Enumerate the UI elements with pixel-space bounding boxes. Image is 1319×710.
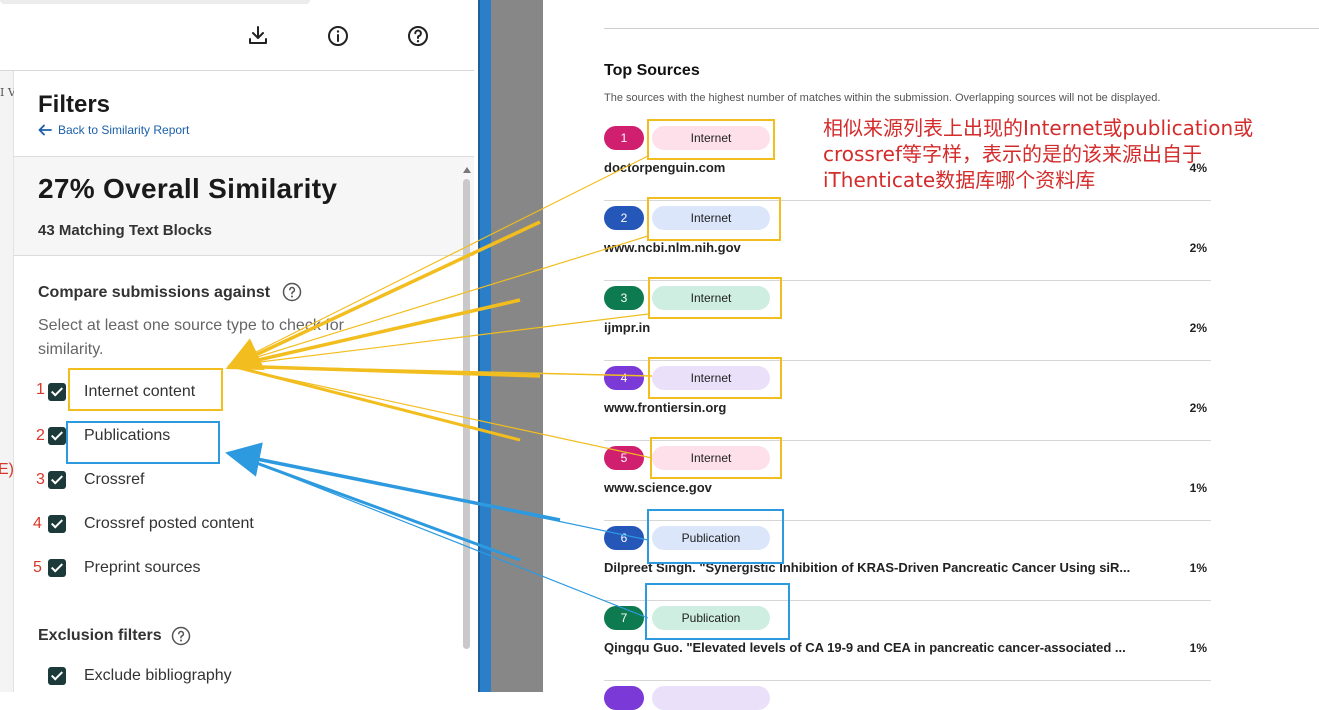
toolbar-strip bbox=[0, 0, 310, 4]
compare-description: Select at least one source type to check… bbox=[38, 317, 344, 358]
checkbox[interactable] bbox=[48, 667, 66, 685]
source-name[interactable]: www.frontiersin.org bbox=[604, 400, 726, 415]
yellow-highlight-box bbox=[650, 437, 782, 479]
divider-line bbox=[604, 28, 1319, 29]
yellow-highlight-box bbox=[647, 197, 781, 241]
blue-highlight-box bbox=[645, 583, 790, 640]
blue-highlight-box bbox=[66, 421, 220, 464]
source-number-badge: 4 bbox=[604, 366, 644, 390]
annotation-number: 4 bbox=[33, 515, 42, 532]
source-name[interactable]: Qingqu Guo. "Elevated levels of CA 19-9 … bbox=[604, 640, 1126, 655]
source-name[interactable]: www.ncbi.nlm.nih.gov bbox=[604, 240, 741, 255]
info-icon[interactable] bbox=[326, 24, 350, 48]
source-number-badge: 5 bbox=[604, 446, 644, 470]
option-label: Preprint sources bbox=[84, 559, 201, 576]
source-name[interactable]: ijmpr.in bbox=[604, 320, 650, 335]
source-percent: 1% bbox=[1189, 641, 1207, 655]
compare-help-icon[interactable] bbox=[282, 282, 302, 302]
filters-header: Filters Back to Similarity Report bbox=[14, 71, 474, 157]
top-sources-title: Top Sources bbox=[604, 62, 700, 79]
source-percent: 2% bbox=[1189, 401, 1207, 415]
source-number-badge: 6 bbox=[604, 526, 644, 550]
filters-title: Filters bbox=[38, 91, 111, 118]
back-to-report-link[interactable]: Back to Similarity Report bbox=[38, 123, 189, 137]
scroll-up-arrow[interactable] bbox=[463, 167, 471, 173]
exclusion-help-icon[interactable] bbox=[171, 626, 191, 646]
annotation-number: 3 bbox=[36, 471, 45, 488]
back-link-label: Back to Similarity Report bbox=[58, 123, 190, 137]
overall-similarity: 27% Overall Similarity bbox=[38, 173, 338, 204]
help-icon[interactable] bbox=[406, 24, 430, 48]
document-gutter bbox=[491, 0, 543, 692]
background-page-edge bbox=[0, 71, 14, 692]
option-exclude-bibliography[interactable]: Exclude bibliography bbox=[48, 664, 232, 688]
annotation-number: 5 bbox=[33, 559, 42, 576]
source-percent: 2% bbox=[1189, 241, 1207, 255]
option-preprint[interactable]: Preprint sources bbox=[48, 556, 201, 580]
checkbox[interactable] bbox=[48, 471, 66, 489]
source-number-badge: 1 bbox=[604, 126, 644, 150]
source-number-badge: 2 bbox=[604, 206, 644, 230]
similarity-summary: 27% Overall Similarity 43 Matching Text … bbox=[14, 157, 474, 256]
annotation-number: 2 bbox=[36, 427, 45, 444]
annotation-fragment: E) bbox=[0, 461, 14, 478]
source-name[interactable]: www.science.gov bbox=[604, 480, 712, 495]
checkbox[interactable] bbox=[48, 559, 66, 577]
matching-blocks-count: 43 Matching Text Blocks bbox=[38, 222, 212, 239]
yellow-highlight-box bbox=[648, 277, 782, 319]
source-name[interactable]: doctorpenguin.com bbox=[604, 160, 725, 175]
top-sources-description: The sources with the highest number of m… bbox=[604, 92, 1161, 104]
source-number-badge: 7 bbox=[604, 606, 644, 630]
exclusion-filters-label: Exclusion filters bbox=[38, 627, 162, 644]
option-crossref[interactable]: Crossref bbox=[48, 468, 144, 492]
option-label: Exclude bibliography bbox=[84, 667, 232, 684]
download-icon[interactable] bbox=[246, 24, 270, 48]
checkbox[interactable] bbox=[48, 427, 66, 445]
source-percent: 1% bbox=[1189, 481, 1207, 495]
source-number-badge bbox=[604, 686, 644, 710]
option-crossref-posted[interactable]: Crossref posted content bbox=[48, 512, 254, 536]
checkbox[interactable] bbox=[48, 515, 66, 533]
blue-highlight-box bbox=[647, 509, 784, 564]
similarity-app-panel: I V Filters Back to Similarity Report 27… bbox=[0, 0, 478, 692]
checkbox[interactable] bbox=[48, 383, 66, 401]
source-percent: 1% bbox=[1189, 561, 1207, 575]
yellow-highlight-box bbox=[647, 119, 775, 160]
source-percent: 2% bbox=[1189, 321, 1207, 335]
annotation-number: 1 bbox=[36, 381, 45, 398]
compare-label: Compare submissions against bbox=[38, 284, 271, 301]
scrollbar[interactable] bbox=[463, 179, 470, 649]
yellow-highlight-box bbox=[648, 357, 782, 399]
yellow-highlight-box bbox=[68, 368, 223, 411]
annotation-text: 相似来源列表上出现的Internet或publication或crossref等… bbox=[823, 116, 1254, 192]
option-label: Crossref posted content bbox=[84, 515, 254, 532]
source-type-tag bbox=[652, 686, 770, 710]
arrow-left-icon bbox=[38, 124, 52, 136]
toolbar bbox=[0, 0, 474, 71]
option-label: Crossref bbox=[84, 471, 145, 488]
source-number-badge: 3 bbox=[604, 286, 644, 310]
